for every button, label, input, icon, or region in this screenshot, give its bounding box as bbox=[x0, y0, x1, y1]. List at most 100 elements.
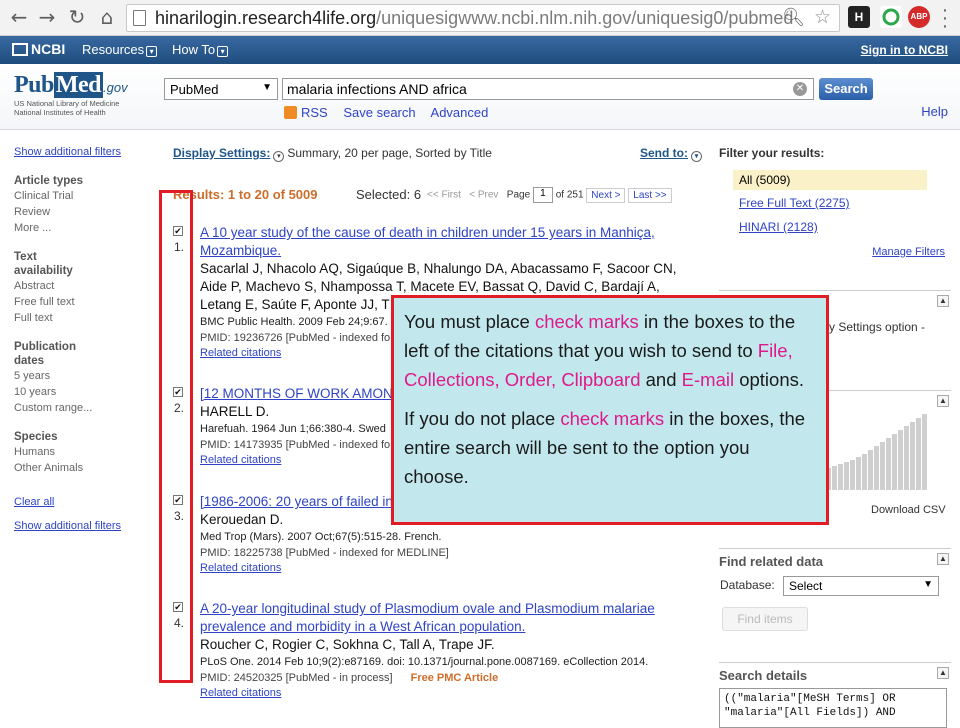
clear-all-link[interactable]: Clear all bbox=[14, 496, 54, 508]
filter-other-animals[interactable]: Other Animals bbox=[14, 460, 154, 476]
search-sublinks: RSS Save search Advanced bbox=[284, 105, 500, 120]
citation-title-link[interactable]: A 20-year longitudinal study of Plasmodi… bbox=[200, 600, 690, 636]
collapse-icon[interactable]: ▲ bbox=[937, 553, 949, 565]
text-availability-group: Text availability Abstract Free full tex… bbox=[14, 250, 94, 326]
citation-pmid: PMID: 24520325 [PubMed - in process] Free… bbox=[200, 672, 499, 684]
citation-title-link[interactable]: A 10 year study of the cause of death in… bbox=[200, 224, 680, 260]
histogram-bar bbox=[832, 466, 837, 490]
search-details-textarea[interactable]: (("malaria"[MeSH Terms] OR "malaria"[All… bbox=[719, 688, 947, 728]
next-page-button[interactable]: Next > bbox=[586, 187, 626, 203]
pubmed-logo[interactable]: PubMed .gov US National Library of Medici… bbox=[14, 72, 128, 117]
callout-paragraph-2: If you do not place check marks in the b… bbox=[404, 408, 806, 487]
search-input[interactable]: malaria infections AND africa ✕ bbox=[282, 78, 814, 100]
database-select[interactable]: PubMed ▼ bbox=[164, 78, 278, 100]
adblock-plus-icon[interactable]: ABP bbox=[908, 6, 930, 28]
histogram-bar bbox=[856, 457, 861, 490]
find-items-button[interactable]: Find items bbox=[722, 607, 808, 631]
related-citations-link[interactable]: Related citations bbox=[200, 561, 680, 575]
filter-free-full-text-link[interactable]: Free Full Text (2275) bbox=[739, 196, 850, 210]
settings-option-text: y Settings option - bbox=[829, 320, 926, 334]
histogram-bar bbox=[886, 438, 891, 490]
advanced-link[interactable]: Advanced bbox=[431, 105, 489, 120]
pagination: << First < Prev Page 1 of 251 Next > Las… bbox=[427, 187, 672, 203]
publication-dates-group: Publication dates 5 years 10 years Custo… bbox=[14, 340, 94, 416]
download-csv-link[interactable]: Download CSV bbox=[871, 504, 946, 516]
histogram-bar bbox=[874, 446, 879, 490]
last-page-button[interactable]: Last >> bbox=[628, 187, 672, 203]
clear-icon[interactable]: ✕ bbox=[793, 82, 807, 96]
callout-paragraph-1: You must place check marks in the boxes … bbox=[404, 311, 805, 390]
manage-filters-link[interactable]: Manage Filters bbox=[872, 246, 945, 258]
display-settings-value: Summary, 20 per page, Sorted by Title bbox=[287, 146, 492, 160]
histogram-bar bbox=[868, 450, 873, 490]
show-additional-filters-link[interactable]: Show additional filters bbox=[14, 520, 121, 532]
histogram-bar bbox=[910, 422, 915, 490]
filter-10-years[interactable]: 10 years bbox=[14, 384, 94, 400]
zoom-icon[interactable]: 🔍︎ bbox=[782, 7, 805, 28]
filter-abstract[interactable]: Abstract bbox=[14, 278, 94, 294]
rss-link[interactable]: RSS bbox=[301, 105, 328, 120]
how-to-menu[interactable]: How To ▾ bbox=[172, 42, 229, 57]
page-icon bbox=[133, 10, 146, 26]
find-related-data-heading: Find related data bbox=[719, 554, 824, 569]
search-button[interactable]: Search bbox=[819, 78, 873, 100]
filter-humans[interactable]: Humans bbox=[14, 444, 154, 460]
ncbi-logo[interactable]: NCBI bbox=[12, 41, 65, 57]
filter-sidebar: Show additional filters Article types Cl… bbox=[14, 146, 154, 532]
results-bar: Results: 1 to 20 of 5009 Selected: 6 << … bbox=[173, 187, 708, 209]
histogram-bar bbox=[844, 462, 849, 490]
filter-custom-range[interactable]: Custom range... bbox=[14, 400, 94, 416]
search-details-heading: Search details bbox=[719, 668, 808, 683]
related-citations-link[interactable]: Related citations bbox=[200, 686, 690, 700]
filter-all[interactable]: All (5009) bbox=[733, 170, 927, 190]
send-to-menu[interactable]: Send to: ▾ bbox=[640, 146, 705, 162]
filter-review[interactable]: Review bbox=[14, 204, 154, 220]
related-database-select[interactable]: Select ▼ bbox=[783, 576, 939, 596]
page-number-input[interactable]: 1 bbox=[532, 187, 553, 203]
extension-h-icon[interactable]: H bbox=[848, 6, 870, 28]
resources-menu[interactable]: Resources ▾ bbox=[82, 42, 158, 57]
collapse-icon[interactable]: ▲ bbox=[937, 395, 949, 407]
save-search-link[interactable]: Save search bbox=[343, 105, 415, 120]
help-link[interactable]: Help bbox=[921, 104, 948, 119]
chevron-down-icon[interactable]: ▾ bbox=[273, 151, 285, 162]
url-text[interactable]: hinarilogin.research4life.org/uniquesigw… bbox=[155, 8, 793, 29]
filter-more[interactable]: More ... bbox=[14, 220, 154, 236]
filter-results-heading: Filter your results: bbox=[719, 146, 825, 160]
prev-page-link[interactable]: < Prev bbox=[469, 190, 498, 201]
histogram-bar bbox=[850, 460, 855, 490]
results-count: Results: 1 to 20 of 5009 bbox=[173, 187, 318, 202]
collapse-icon[interactable]: ▲ bbox=[937, 295, 949, 307]
extension-green-icon[interactable] bbox=[880, 6, 902, 28]
sign-in-link[interactable]: Sign in to NCBI bbox=[861, 43, 948, 57]
filter-free-full-text[interactable]: Free full text bbox=[14, 294, 94, 310]
collapse-icon[interactable]: ▲ bbox=[937, 667, 949, 679]
citation-pmid: PMID: 18225738 [PubMed - indexed for MED… bbox=[200, 547, 449, 559]
back-icon[interactable]: ← bbox=[6, 4, 32, 30]
filter-full-text[interactable]: Full text bbox=[14, 310, 94, 326]
rss-icon bbox=[284, 106, 297, 119]
filter-clinical-trial[interactable]: Clinical Trial bbox=[14, 188, 154, 204]
results-by-year-chart[interactable] bbox=[820, 410, 934, 490]
bookmark-star-icon[interactable]: ☆ bbox=[814, 6, 831, 28]
home-icon[interactable]: ⌂ bbox=[94, 4, 120, 30]
selected-count: Selected: 6 bbox=[356, 187, 422, 202]
forward-icon[interactable]: → bbox=[34, 4, 60, 30]
citation-source: Med Trop (Mars). 2007 Oct;67(5):515-28. … bbox=[200, 531, 442, 543]
browser-menu-icon[interactable]: · · · bbox=[938, 0, 952, 36]
citation-source: PLoS One. 2014 Feb 10;9(2):e87169. doi: … bbox=[200, 656, 649, 668]
filter-heading: Text availability bbox=[14, 251, 73, 277]
first-page-link[interactable]: << First bbox=[427, 190, 461, 201]
address-bar[interactable]: hinarilogin.research4life.org/uniquesigw… bbox=[126, 4, 840, 32]
chevron-down-icon: ▾ bbox=[691, 151, 702, 162]
reload-icon[interactable]: ↻ bbox=[64, 4, 90, 30]
filter-5-years[interactable]: 5 years bbox=[14, 368, 94, 384]
filter-heading: Publication dates bbox=[14, 341, 76, 367]
histogram-bar bbox=[916, 418, 921, 490]
free-pmc-article-link[interactable]: Free PMC Article bbox=[411, 672, 499, 684]
show-additional-filters-link[interactable]: Show additional filters bbox=[14, 146, 121, 158]
filter-hinari-link[interactable]: HINARI (2128) bbox=[739, 220, 818, 234]
histogram-bar bbox=[898, 430, 903, 490]
display-settings-link[interactable]: Display Settings: bbox=[173, 146, 270, 160]
dropdown-arrow-icon: ▼ bbox=[262, 82, 272, 93]
